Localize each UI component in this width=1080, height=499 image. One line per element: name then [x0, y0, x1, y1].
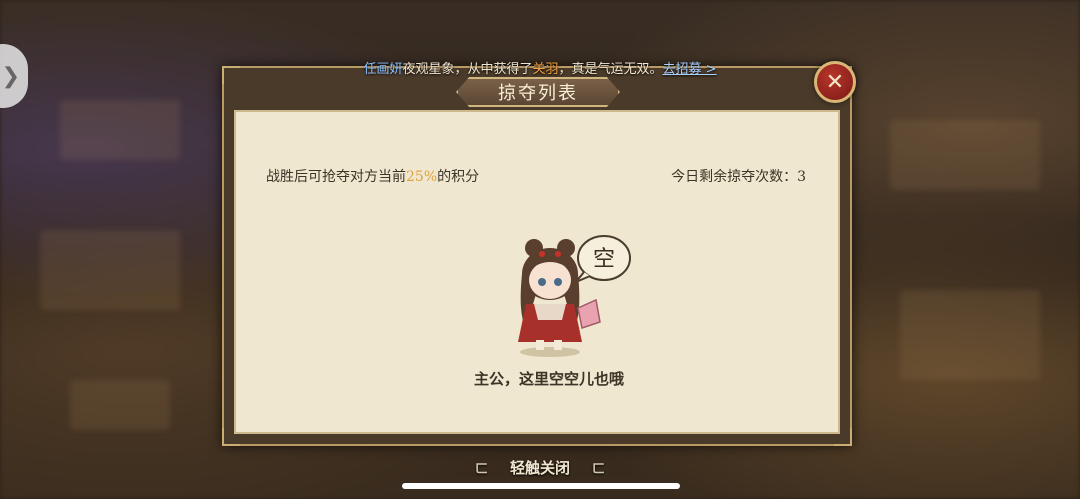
ticker-player-name: 任画妍: [363, 62, 403, 77]
hint-suffix: 的积分: [437, 169, 480, 185]
remaining-attempts: 今日剩余掠夺次数：3: [671, 166, 806, 186]
panel-title: 掠夺列表: [456, 77, 620, 107]
ticker-hero-name: 关羽: [532, 62, 559, 77]
remaining-count: 3: [797, 169, 806, 185]
tap-close-label: 轻触关闭: [509, 459, 570, 477]
speech-bubble-text: 空: [593, 247, 615, 272]
empty-state-message: 主公，这里空空儿也哦: [473, 370, 624, 388]
plunder-rule-hint: 战胜后可抢夺对方当前25%的积分: [266, 166, 479, 186]
home-indicator[interactable]: [402, 483, 680, 489]
panel-content: 战胜后可抢夺对方当前25%的积分 今日剩余掠夺次数：3 空 主公，这里空空儿也哦: [234, 110, 840, 434]
remaining-label: 今日剩余掠夺次数：: [671, 169, 798, 185]
right-ornament-icon: ㄈ: [592, 462, 606, 477]
ticker-text-2: ，真是气运无双。: [558, 62, 663, 77]
hint-percent: 25%: [406, 169, 438, 185]
empty-state-illustration: 空: [518, 235, 631, 357]
left-ornament-icon: ㄈ: [474, 462, 488, 477]
recruit-link[interactable]: 去招募 >: [663, 62, 717, 77]
hint-prefix: 战胜后可抢夺对方当前: [266, 169, 406, 185]
speech-bubble: 空: [575, 235, 631, 283]
broadcast-ticker: 任画妍夜观星象，从中获得了关羽，真是气运无双。去招募 >: [0, 58, 1080, 77]
ticker-text-1: 夜观星象，从中获得了: [402, 62, 533, 77]
plunder-list-panel: 掠夺列表 战胜后可抢夺对方当前25%的积分 今日剩余掠夺次数：3 空 主公，这里…: [222, 66, 852, 446]
tap-to-close[interactable]: ㄈ 轻触关闭 ㄈ: [0, 457, 1080, 478]
